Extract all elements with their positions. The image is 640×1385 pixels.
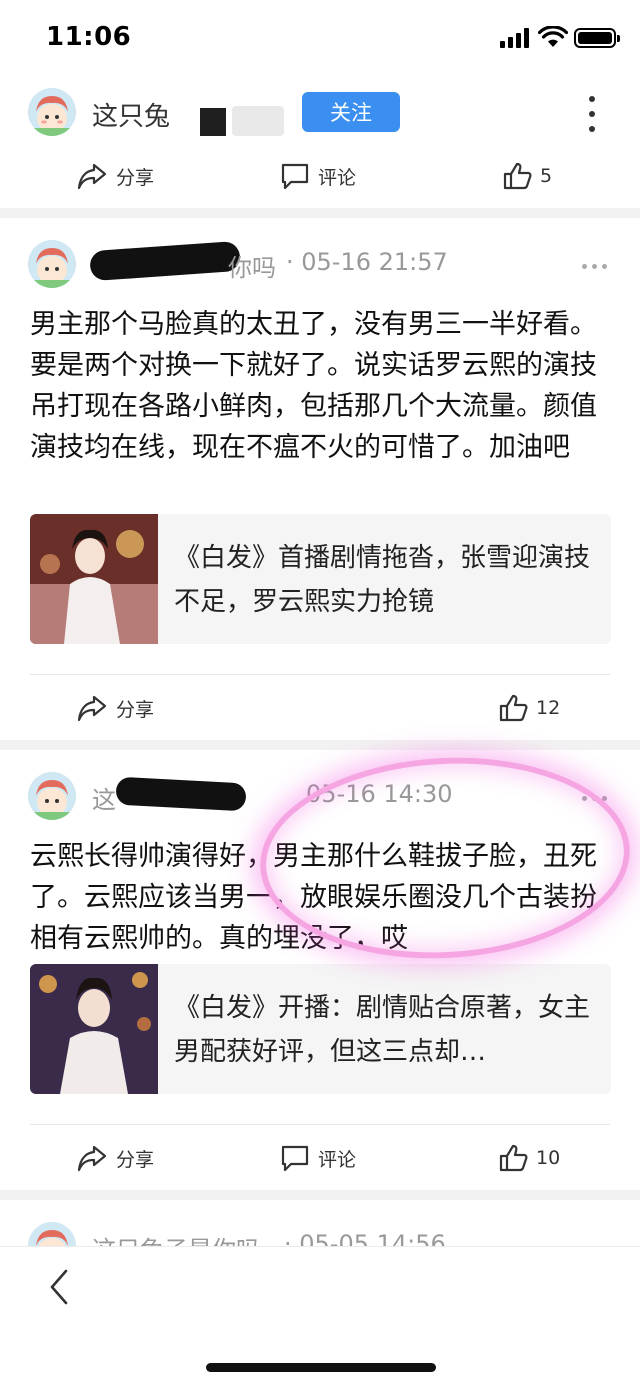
linked-article-title: 《白发》首播剧情拖沓，张雪迎演技不足，罗云熙实力抢镜 <box>174 543 591 617</box>
author-avatar[interactable] <box>28 88 76 136</box>
comment-action-bar: 分享 评论 10 <box>0 1128 640 1188</box>
like-count: 5 <box>540 165 553 187</box>
status-bar: 11:06 <box>0 0 640 76</box>
comment-icon <box>281 1145 309 1172</box>
share-label: 分享 <box>116 1148 155 1171</box>
share-label: 分享 <box>116 698 155 721</box>
separator-line <box>30 1124 610 1125</box>
separator-line <box>30 674 610 675</box>
comment-text: 男主那个马脸真的太丑了，没有男三一半好看。要是两个对换一下就好了。说实话罗云熙的… <box>30 309 597 463</box>
censor-block <box>200 108 226 136</box>
thumbs-up-icon <box>499 1144 528 1172</box>
comment-header: 你吗 · 05-16 21:57 <box>0 236 640 296</box>
thumbs-up-icon <box>499 694 528 722</box>
like-button[interactable]: 10 <box>498 1128 560 1188</box>
battery-icon <box>574 28 620 48</box>
home-indicator[interactable] <box>206 1363 436 1372</box>
post-action-bar: 分享 评论 5 <box>0 146 640 206</box>
linked-article-card[interactable]: 《白发》首播剧情拖沓，张雪迎演技不足，罗云熙实力抢镜 <box>30 514 611 644</box>
share-label: 分享 <box>116 166 155 189</box>
share-icon <box>77 695 107 722</box>
article-thumbnail <box>30 964 158 1094</box>
wifi-icon <box>538 26 568 47</box>
article-thumbnail <box>30 514 158 644</box>
back-arrow-icon[interactable] <box>44 1267 74 1307</box>
censor-blur <box>232 106 284 136</box>
follow-button[interactable]: 关注 <box>302 92 400 132</box>
share-button[interactable]: 分享 <box>76 146 154 206</box>
comment-label: 评论 <box>318 166 357 189</box>
section-divider <box>0 740 640 750</box>
comment-action-bar: 分享 12 <box>0 678 640 738</box>
comment-more-icon[interactable] <box>582 264 610 270</box>
censor-scribble <box>115 776 247 812</box>
share-icon <box>77 163 107 190</box>
thumbs-up-icon <box>503 162 532 190</box>
like-button[interactable]: 12 <box>498 678 560 738</box>
comment-time: · 05-16 21:57 <box>286 248 448 276</box>
author-name[interactable]: 这只兔 <box>92 96 170 133</box>
cellular-signal-icon <box>500 28 532 48</box>
share-button[interactable]: 分享 <box>76 678 154 738</box>
comment-button[interactable]: 评论 <box>280 1128 356 1188</box>
section-divider <box>0 208 640 218</box>
comment-icon <box>281 163 309 190</box>
like-count: 12 <box>536 697 561 719</box>
section-divider <box>0 1190 640 1200</box>
comment-label: 评论 <box>318 1148 357 1171</box>
commenter-name[interactable]: 你吗 <box>228 248 276 283</box>
post-header: 这只兔 关注 <box>0 78 640 150</box>
share-button[interactable]: 分享 <box>76 1128 154 1188</box>
more-options-icon[interactable] <box>584 94 600 134</box>
bottom-navigation-bar <box>0 1246 640 1385</box>
comment-time-value: 05-16 21:57 <box>301 248 448 276</box>
commenter-avatar[interactable] <box>28 772 76 820</box>
censor-scribble <box>89 240 241 282</box>
linked-article-title: 《白发》开播：剧情贴合原著，女主男配获好评，但这三点却… <box>174 993 591 1067</box>
linked-article-card[interactable]: 《白发》开播：剧情贴合原著，女主男配获好评，但这三点却… <box>30 964 611 1094</box>
like-button[interactable]: 5 <box>502 146 552 206</box>
commenter-name[interactable]: 这 <box>92 780 116 815</box>
commenter-avatar[interactable] <box>28 240 76 288</box>
comment-button[interactable]: 评论 <box>280 146 356 206</box>
status-time: 11:06 <box>46 22 132 52</box>
share-icon <box>77 1145 107 1172</box>
like-count: 10 <box>536 1147 561 1169</box>
